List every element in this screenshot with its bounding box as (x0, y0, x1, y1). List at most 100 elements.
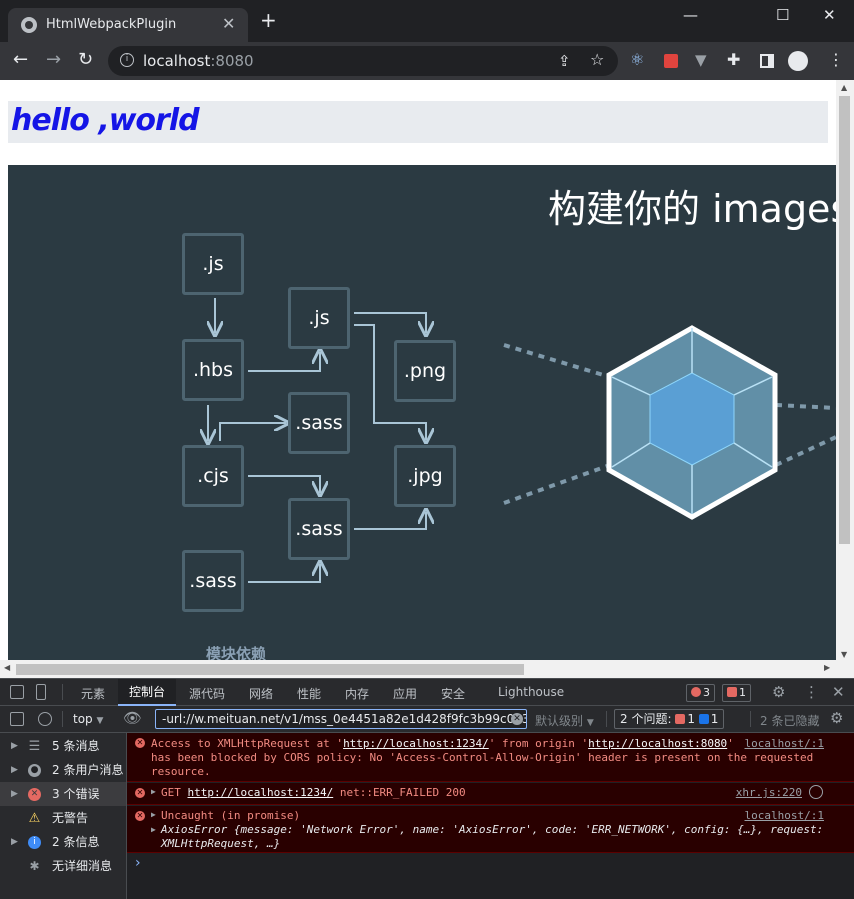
scroll-down-icon[interactable]: ▼ (841, 650, 847, 659)
console-toolbar: top ▼ 👁 -url://w.meituan.net/v1/mss_0e44… (0, 706, 854, 733)
react-devtools-icon[interactable]: ⚛ (630, 50, 644, 70)
minimize-button[interactable]: — (683, 6, 698, 24)
error-count-badge[interactable]: 3 (686, 684, 715, 702)
dependency-graph-arrows (8, 298, 836, 583)
new-tab-button[interactable]: + (260, 10, 277, 30)
issue-icon (727, 687, 737, 697)
js-module-box: .js (288, 287, 350, 349)
menu-dots-icon[interactable]: ⋮ (828, 50, 844, 70)
sidebar-item-verbose[interactable]: ✱ 无详细消息 (0, 854, 126, 878)
sidebar-item-user-messages[interactable]: ▶ ● 2 条用户消息 (0, 758, 126, 782)
horizontal-scroll-thumb[interactable] (16, 664, 524, 675)
js-module-box: .js (182, 233, 244, 295)
console-filter-input[interactable]: -url://w.meituan.net/v1/mss_0e4451a82e1d… (155, 709, 527, 729)
title-bar: HtmlWebpackPlugin ✕ + — ☐ ✕ (0, 0, 854, 42)
issues-button[interactable]: 2 个问题: 1 1 (614, 709, 725, 729)
devtools-tab-bar: 元素 控制台 源代码 网络 性能 内存 应用 安全 Lighthouse 3 1… (0, 678, 854, 706)
sass-module-box: .sass (288, 498, 350, 560)
close-window-button[interactable]: ✕ (823, 6, 836, 24)
horizontal-scrollbar[interactable]: ◀ ▶ (0, 660, 836, 678)
network-request-icon[interactable] (809, 785, 823, 799)
tab-elements[interactable]: 元素 (81, 685, 105, 702)
browser-tab[interactable]: HtmlWebpackPlugin ✕ (8, 8, 248, 42)
info-icon: i (28, 836, 41, 849)
globe-icon (21, 17, 37, 33)
warning-icon: ⚠ (28, 811, 41, 826)
sass-module-box: .sass (182, 550, 244, 612)
hbs-module-box: .hbs (182, 339, 244, 401)
console-sidebar: ▶ ☰ 5 条消息 ▶ ● 2 条用户消息 ▶ ✕ 3 个错误 ⚠ 无警告 ▶ i 2 条信息 ✱… (0, 733, 127, 899)
console-prompt[interactable]: › (135, 855, 141, 871)
address-bar[interactable]: i localhost:8080 ⇪ ☆ (108, 46, 618, 76)
scroll-up-icon[interactable]: ▲ (841, 83, 847, 92)
url-text[interactable]: localhost:8080 (143, 52, 254, 70)
scroll-left-icon[interactable]: ◀ (4, 663, 10, 672)
sidebar-item-info[interactable]: ▶ i 2 条信息 (0, 830, 126, 854)
error-icon: ✕ (135, 788, 145, 798)
source-link[interactable]: localhost/:1 (745, 737, 824, 750)
maximize-button[interactable]: ☐ (776, 6, 789, 24)
error-icon (691, 687, 701, 697)
extension-red-icon[interactable] (664, 54, 678, 68)
vertical-scroll-thumb[interactable] (839, 96, 850, 544)
page-viewport: hello ,world .js .hbs .js .png .sass .cj… (0, 80, 854, 678)
browser-toolbar: ← → ↻ i localhost:8080 ⇪ ☆ ⚛ ▼ ✚ ⋮ (0, 42, 854, 80)
console-error-uncaught: ✕ ▶ Uncaught (in promise) localhost/:1 ▶… (127, 806, 854, 853)
profile-avatar-icon[interactable] (788, 51, 808, 71)
tab-lighthouse[interactable]: Lighthouse (498, 685, 564, 699)
bookmark-star-icon[interactable]: ☆ (590, 50, 604, 70)
close-devtools-icon[interactable]: ✕ (832, 683, 845, 701)
console-messages: ✕ Access to XMLHttpRequest at 'http://lo… (127, 733, 854, 899)
forward-icon[interactable]: → (46, 50, 61, 70)
scroll-right-icon[interactable]: ▶ (824, 663, 830, 672)
more-options-icon[interactable]: ⋮ (804, 683, 819, 701)
issue-icon (675, 714, 686, 724)
info-icon[interactable]: i (120, 53, 134, 67)
inspect-element-icon[interactable] (10, 685, 24, 699)
log-level-dropdown[interactable]: 默认级别 ▼ (535, 712, 594, 729)
share-icon[interactable]: ⇪ (558, 51, 571, 71)
console-settings-gear-icon[interactable]: ⚙ (830, 709, 843, 727)
puzzle-icon[interactable]: ✚ (727, 50, 740, 70)
jpg-module-box: .jpg (394, 445, 456, 507)
link-localhost-1234[interactable]: http://localhost:1234/ (188, 786, 334, 799)
console-error-get: ✕ ▶ GET http://localhost:1234/ net::ERR_… (127, 783, 854, 805)
source-link[interactable]: xhr.js:220 (736, 786, 802, 799)
tab-application[interactable]: 应用 (393, 685, 417, 702)
banner-title: 构建你的 images (548, 187, 836, 231)
tab-memory[interactable]: 内存 (345, 685, 369, 702)
vertical-scrollbar[interactable]: ▲ ▼ (836, 80, 854, 678)
list-icon: ☰ (28, 739, 41, 754)
link-localhost-1234[interactable]: http://localhost:1234/ (343, 737, 489, 750)
source-link[interactable]: localhost/:1 (745, 809, 824, 822)
tab-close-icon[interactable]: ✕ (222, 14, 235, 33)
sidebar-item-warnings[interactable]: ⚠ 无警告 (0, 806, 126, 830)
reload-icon[interactable]: ↻ (78, 50, 93, 70)
hello-heading: hello ,world (11, 103, 200, 138)
settings-gear-icon[interactable]: ⚙ (772, 683, 785, 701)
console-error-cors: ✕ Access to XMLHttpRequest at 'http://lo… (127, 733, 854, 782)
expand-arrow-icon[interactable]: ▶ (151, 810, 156, 819)
sidebar-toggle-icon[interactable] (10, 712, 24, 726)
tab-sources[interactable]: 源代码 (189, 685, 225, 702)
link-localhost-8080[interactable]: http://localhost:8080 (588, 737, 727, 750)
back-icon[interactable]: ← (13, 50, 28, 70)
module-label: 模块依赖 (206, 645, 267, 660)
sidebar-item-errors[interactable]: ▶ ✕ 3 个错误 (0, 782, 126, 806)
tab-console[interactable]: 控制台 (118, 679, 177, 706)
clear-console-icon[interactable] (38, 712, 52, 726)
tab-security[interactable]: 安全 (441, 685, 465, 702)
vue-devtools-icon[interactable]: ▼ (695, 50, 707, 70)
expand-arrow-icon[interactable]: ▶ (151, 825, 156, 834)
live-expression-eye-icon[interactable]: 👁 (123, 709, 142, 727)
png-module-box: .png (394, 340, 456, 402)
context-selector[interactable]: top ▼ (73, 712, 103, 726)
device-toolbar-icon[interactable] (36, 684, 46, 700)
side-panel-icon[interactable] (760, 54, 774, 68)
sidebar-item-messages[interactable]: ▶ ☰ 5 条消息 (0, 734, 126, 758)
expand-arrow-icon[interactable]: ▶ (151, 787, 156, 796)
clear-filter-icon[interactable]: ✕ (511, 713, 523, 725)
tab-performance[interactable]: 性能 (297, 685, 321, 702)
tab-network[interactable]: 网络 (249, 685, 273, 702)
issue-count-badge[interactable]: 1 (722, 684, 751, 702)
